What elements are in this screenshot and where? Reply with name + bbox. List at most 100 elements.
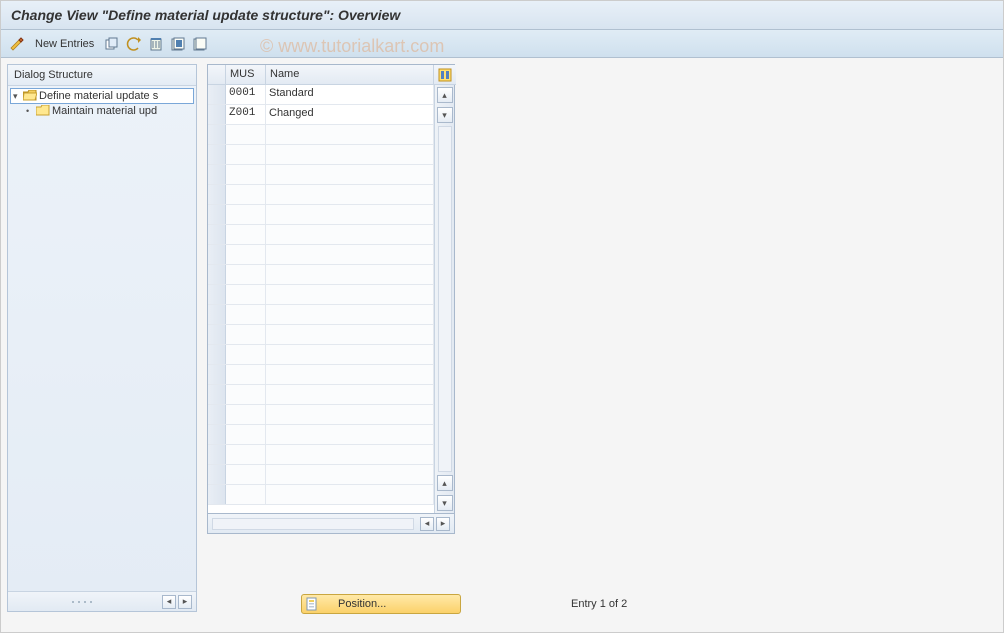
row-selector[interactable]	[208, 465, 226, 484]
table-row[interactable]: Z001Changed	[208, 105, 434, 125]
row-selector[interactable]	[208, 245, 226, 264]
table-row[interactable]	[208, 425, 434, 445]
cell-mus[interactable]	[226, 285, 266, 304]
table-row[interactable]	[208, 325, 434, 345]
cell-mus[interactable]	[226, 405, 266, 424]
cell-mus[interactable]	[226, 425, 266, 444]
table-row[interactable]	[208, 465, 434, 485]
cell-name[interactable]	[266, 385, 434, 404]
row-selector[interactable]	[208, 145, 226, 164]
table-row[interactable]	[208, 405, 434, 425]
row-selector[interactable]	[208, 85, 226, 104]
cell-name[interactable]	[266, 305, 434, 324]
hscroll-right-button[interactable]: ▸	[436, 517, 450, 531]
row-selector[interactable]	[208, 325, 226, 344]
table-row[interactable]	[208, 445, 434, 465]
cell-name[interactable]	[266, 225, 434, 244]
row-selector[interactable]	[208, 345, 226, 364]
cell-mus[interactable]: Z001	[226, 105, 266, 124]
row-selector[interactable]	[208, 405, 226, 424]
cell-name[interactable]	[266, 145, 434, 164]
row-selector[interactable]	[208, 105, 226, 124]
column-header-name[interactable]: Name	[266, 65, 434, 84]
row-selector[interactable]	[208, 425, 226, 444]
cell-mus[interactable]	[226, 485, 266, 504]
delete-icon[interactable]	[148, 36, 164, 52]
hscroll-left-button[interactable]: ◂	[420, 517, 434, 531]
cell-mus[interactable]	[226, 145, 266, 164]
cell-name[interactable]: Changed	[266, 105, 434, 124]
cell-name[interactable]	[266, 185, 434, 204]
scroll-step-up-button[interactable]: ▴	[437, 475, 453, 491]
cell-mus[interactable]	[226, 185, 266, 204]
table-row[interactable]	[208, 245, 434, 265]
cell-name[interactable]: Standard	[266, 85, 434, 104]
row-selector[interactable]	[208, 165, 226, 184]
cell-name[interactable]	[266, 445, 434, 464]
table-row[interactable]	[208, 365, 434, 385]
table-row[interactable]	[208, 485, 434, 505]
cell-name[interactable]	[266, 245, 434, 264]
table-configure-icon[interactable]	[434, 65, 456, 85]
cell-mus[interactable]	[226, 265, 266, 284]
table-row[interactable]	[208, 305, 434, 325]
table-row[interactable]	[208, 345, 434, 365]
cell-mus[interactable]	[226, 245, 266, 264]
table-row[interactable]	[208, 225, 434, 245]
row-selector[interactable]	[208, 205, 226, 224]
select-all-icon[interactable]	[170, 36, 186, 52]
table-row[interactable]	[208, 205, 434, 225]
hscroll-track[interactable]	[212, 518, 414, 530]
cell-name[interactable]	[266, 485, 434, 504]
cell-name[interactable]	[266, 405, 434, 424]
cell-mus[interactable]	[226, 465, 266, 484]
column-header-mus[interactable]: MUS	[226, 65, 266, 84]
column-header-selector[interactable]	[208, 65, 226, 84]
row-selector[interactable]	[208, 265, 226, 284]
cell-name[interactable]	[266, 365, 434, 384]
cell-mus[interactable]	[226, 165, 266, 184]
table-row[interactable]	[208, 385, 434, 405]
cell-mus[interactable]	[226, 205, 266, 224]
table-row[interactable]	[208, 185, 434, 205]
row-selector[interactable]	[208, 185, 226, 204]
scroll-down-button[interactable]: ▾	[437, 495, 453, 511]
cell-mus[interactable]	[226, 445, 266, 464]
table-row[interactable]: 0001Standard	[208, 85, 434, 105]
table-row[interactable]	[208, 165, 434, 185]
cell-mus[interactable]	[226, 385, 266, 404]
row-selector[interactable]	[208, 445, 226, 464]
tree-expand-icon[interactable]: ▾	[13, 91, 23, 102]
row-selector[interactable]	[208, 225, 226, 244]
table-row[interactable]	[208, 285, 434, 305]
row-selector[interactable]	[208, 305, 226, 324]
cell-name[interactable]	[266, 285, 434, 304]
undo-change-icon[interactable]	[126, 36, 142, 52]
row-selector[interactable]	[208, 285, 226, 304]
cell-name[interactable]	[266, 325, 434, 344]
tree-node-define-material-update[interactable]: ▾ Define material update s	[10, 88, 194, 104]
cell-name[interactable]	[266, 165, 434, 184]
table-row[interactable]	[208, 145, 434, 165]
table-row[interactable]	[208, 265, 434, 285]
cell-mus[interactable]	[226, 365, 266, 384]
position-button[interactable]: Position...	[301, 594, 461, 614]
cell-name[interactable]	[266, 265, 434, 284]
copy-as-icon[interactable]	[104, 36, 120, 52]
cell-mus[interactable]	[226, 325, 266, 344]
new-entries-button[interactable]: New Entries	[31, 36, 98, 52]
cell-mus[interactable]	[226, 345, 266, 364]
row-selector[interactable]	[208, 385, 226, 404]
tree-node-maintain-material-update[interactable]: • Maintain material upd	[10, 104, 194, 118]
cell-mus[interactable]	[226, 125, 266, 144]
cell-mus[interactable]	[226, 225, 266, 244]
toggle-display-change-icon[interactable]	[9, 36, 25, 52]
cell-name[interactable]	[266, 345, 434, 364]
cell-name[interactable]	[266, 465, 434, 484]
cell-name[interactable]	[266, 125, 434, 144]
scroll-track[interactable]	[438, 126, 452, 472]
row-selector[interactable]	[208, 125, 226, 144]
cell-mus[interactable]: 0001	[226, 85, 266, 104]
cell-mus[interactable]	[226, 305, 266, 324]
row-selector[interactable]	[208, 365, 226, 384]
